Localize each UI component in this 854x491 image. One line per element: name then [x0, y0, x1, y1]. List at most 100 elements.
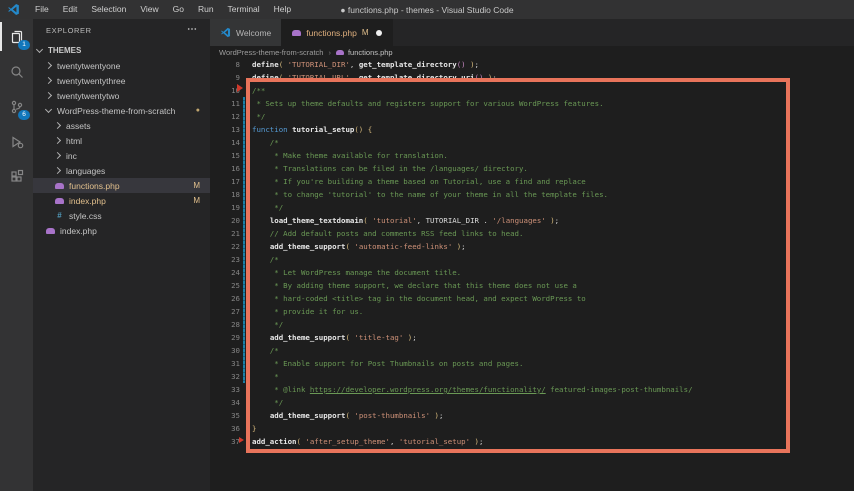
code-line-20[interactable]: 20 load_theme_textdomain( 'tutorial', TU… — [210, 214, 854, 227]
code-line-32[interactable]: 32 * — [210, 370, 854, 383]
line-number[interactable]: 28 — [210, 318, 240, 331]
code-editor[interactable]: 8 define( 'TUTORIAL_DIR', get_template_di… — [210, 58, 854, 448]
code-line-22[interactable]: 22 add_theme_support( 'automatic-feed-li… — [210, 240, 854, 253]
line-number[interactable]: 29 — [210, 331, 240, 344]
breadcrumb-folder[interactable]: WordPress-theme-from-scratch — [219, 48, 323, 57]
code-line-21[interactable]: 21 // Add default posts and comments RSS… — [210, 227, 854, 240]
line-number[interactable]: 33 — [210, 383, 240, 396]
extensions-icon[interactable] — [0, 159, 33, 194]
line-number[interactable]: 10 — [210, 84, 240, 97]
line-number[interactable]: 19 — [210, 201, 240, 214]
tree-item-twentytwentythree[interactable]: twentytwentythree — [33, 73, 210, 88]
tab-welcome[interactable]: Welcome — [210, 19, 283, 46]
tab-functions-php[interactable]: functions.php M — [282, 19, 393, 46]
line-number[interactable]: 35 — [210, 409, 240, 422]
line-number[interactable]: 24 — [210, 266, 240, 279]
code-line-24[interactable]: 24 * Let WordPress manage the document t… — [210, 266, 854, 279]
source-control-icon[interactable]: 6 — [0, 89, 33, 124]
chevron-down-icon — [35, 45, 44, 54]
line-number[interactable]: 18 — [210, 188, 240, 201]
line-number[interactable]: 20 — [210, 214, 240, 227]
more-actions-icon[interactable]: ⋯ — [187, 25, 198, 35]
menu-go[interactable]: Go — [166, 0, 191, 19]
tree-item-index-php[interactable]: index.php — [33, 223, 210, 238]
line-number[interactable]: 15 — [210, 149, 240, 162]
code-line-14[interactable]: 14 /* — [210, 136, 854, 149]
line-number[interactable]: 14 — [210, 136, 240, 149]
explorer-icon[interactable]: 1 — [0, 19, 33, 54]
menu-selection[interactable]: Selection — [84, 0, 133, 19]
code-line-37[interactable]: 37 add_action( 'after_setup_theme', 'tuto… — [210, 435, 854, 448]
line-content: * provide it for us. — [252, 307, 364, 316]
line-number[interactable]: 26 — [210, 292, 240, 305]
code-line-30[interactable]: 30 /* — [210, 344, 854, 357]
explorer-header: EXPLORER ⋯ — [33, 19, 210, 41]
code-line-34[interactable]: 34 */ — [210, 396, 854, 409]
chevron-right-icon — [44, 76, 53, 85]
code-line-33[interactable]: 33 * @link https://developer.wordpress.o… — [210, 383, 854, 396]
unsaved-dot-icon[interactable] — [375, 29, 382, 36]
line-number[interactable]: 34 — [210, 396, 240, 409]
line-number[interactable]: 12 — [210, 110, 240, 123]
line-number[interactable]: 9 — [210, 71, 240, 84]
line-number[interactable]: 30 — [210, 344, 240, 357]
tree-item-languages[interactable]: languages — [33, 163, 210, 178]
tree-item-functions-php[interactable]: functions.php M — [33, 178, 210, 193]
code-line-9[interactable]: 9 define( 'TUTORIAL_URL', get_template_di… — [210, 71, 854, 84]
code-line-35[interactable]: 35 add_theme_support( 'post-thumbnails' … — [210, 409, 854, 422]
code-line-16[interactable]: 16 * Translations can be filed in the /l… — [210, 162, 854, 175]
line-number[interactable]: 8 — [210, 58, 240, 71]
code-line-15[interactable]: 15 * Make theme available for translatio… — [210, 149, 854, 162]
line-number[interactable]: 37 — [210, 435, 240, 448]
line-content: * hard-coded <title> tag in the document… — [252, 294, 586, 303]
tree-item-html[interactable]: html — [33, 133, 210, 148]
tree-item-wordpress-theme-from-scratch[interactable]: WordPress-theme-from-scratch ● — [33, 103, 210, 118]
code-line-26[interactable]: 26 * hard-coded <title> tag in the docum… — [210, 292, 854, 305]
line-number[interactable]: 36 — [210, 422, 240, 435]
line-number[interactable]: 22 — [210, 240, 240, 253]
line-number[interactable]: 27 — [210, 305, 240, 318]
tree-item-twentytwentytwo[interactable]: twentytwentytwo — [33, 88, 210, 103]
run-and-debug-icon[interactable] — [0, 124, 33, 159]
code-line-23[interactable]: 23 /* — [210, 253, 854, 266]
menu-terminal[interactable]: Terminal — [221, 0, 267, 19]
line-number[interactable]: 11 — [210, 97, 240, 110]
code-line-25[interactable]: 25 * By adding theme support, we declare… — [210, 279, 854, 292]
menu-help[interactable]: Help — [267, 0, 298, 19]
line-number[interactable]: 21 — [210, 227, 240, 240]
code-line-8[interactable]: 8 define( 'TUTORIAL_DIR', get_template_di… — [210, 58, 854, 71]
tree-item-style-css[interactable]: # style.css — [33, 208, 210, 223]
menu-edit[interactable]: Edit — [56, 0, 85, 19]
code-line-31[interactable]: 31 * Enable support for Post Thumbnails … — [210, 357, 854, 370]
code-line-29[interactable]: 29 add_theme_support( 'title-tag' ); — [210, 331, 854, 344]
line-content: /* — [252, 346, 279, 355]
line-number[interactable]: 23 — [210, 253, 240, 266]
activity-bar: 1 6 — [0, 19, 33, 491]
line-number[interactable]: 32 — [210, 370, 240, 383]
menu-view[interactable]: View — [133, 0, 165, 19]
breadcrumb-file[interactable]: functions.php — [348, 48, 393, 57]
code-line-17[interactable]: 17 * If you're building a theme based on… — [210, 175, 854, 188]
search-icon[interactable] — [0, 54, 33, 89]
line-number[interactable]: 13 — [210, 123, 240, 136]
tree-item-themes[interactable]: THEMES — [33, 43, 210, 58]
code-line-12[interactable]: 12 */ — [210, 110, 854, 123]
code-line-10[interactable]: 10 /** — [210, 84, 854, 97]
code-line-11[interactable]: 11 * Sets up theme defaults and register… — [210, 97, 854, 110]
line-number[interactable]: 25 — [210, 279, 240, 292]
tree-item-assets[interactable]: assets — [33, 118, 210, 133]
tree-item-twentytwentyone[interactable]: twentytwentyone — [33, 58, 210, 73]
menu-run[interactable]: Run — [191, 0, 221, 19]
code-line-27[interactable]: 27 * provide it for us. — [210, 305, 854, 318]
line-number[interactable]: 31 — [210, 357, 240, 370]
code-line-13[interactable]: 13 function tutorial_setup() { — [210, 123, 854, 136]
code-line-19[interactable]: 19 */ — [210, 201, 854, 214]
tree-item-inc[interactable]: inc — [33, 148, 210, 163]
code-line-18[interactable]: 18 * to change 'tutorial' to the name of… — [210, 188, 854, 201]
tree-item-index-php[interactable]: index.php M — [33, 193, 210, 208]
menu-file[interactable]: File — [28, 0, 56, 19]
code-line-36[interactable]: 36} — [210, 422, 854, 435]
line-number[interactable]: 17 — [210, 175, 240, 188]
line-number[interactable]: 16 — [210, 162, 240, 175]
code-line-28[interactable]: 28 */ — [210, 318, 854, 331]
